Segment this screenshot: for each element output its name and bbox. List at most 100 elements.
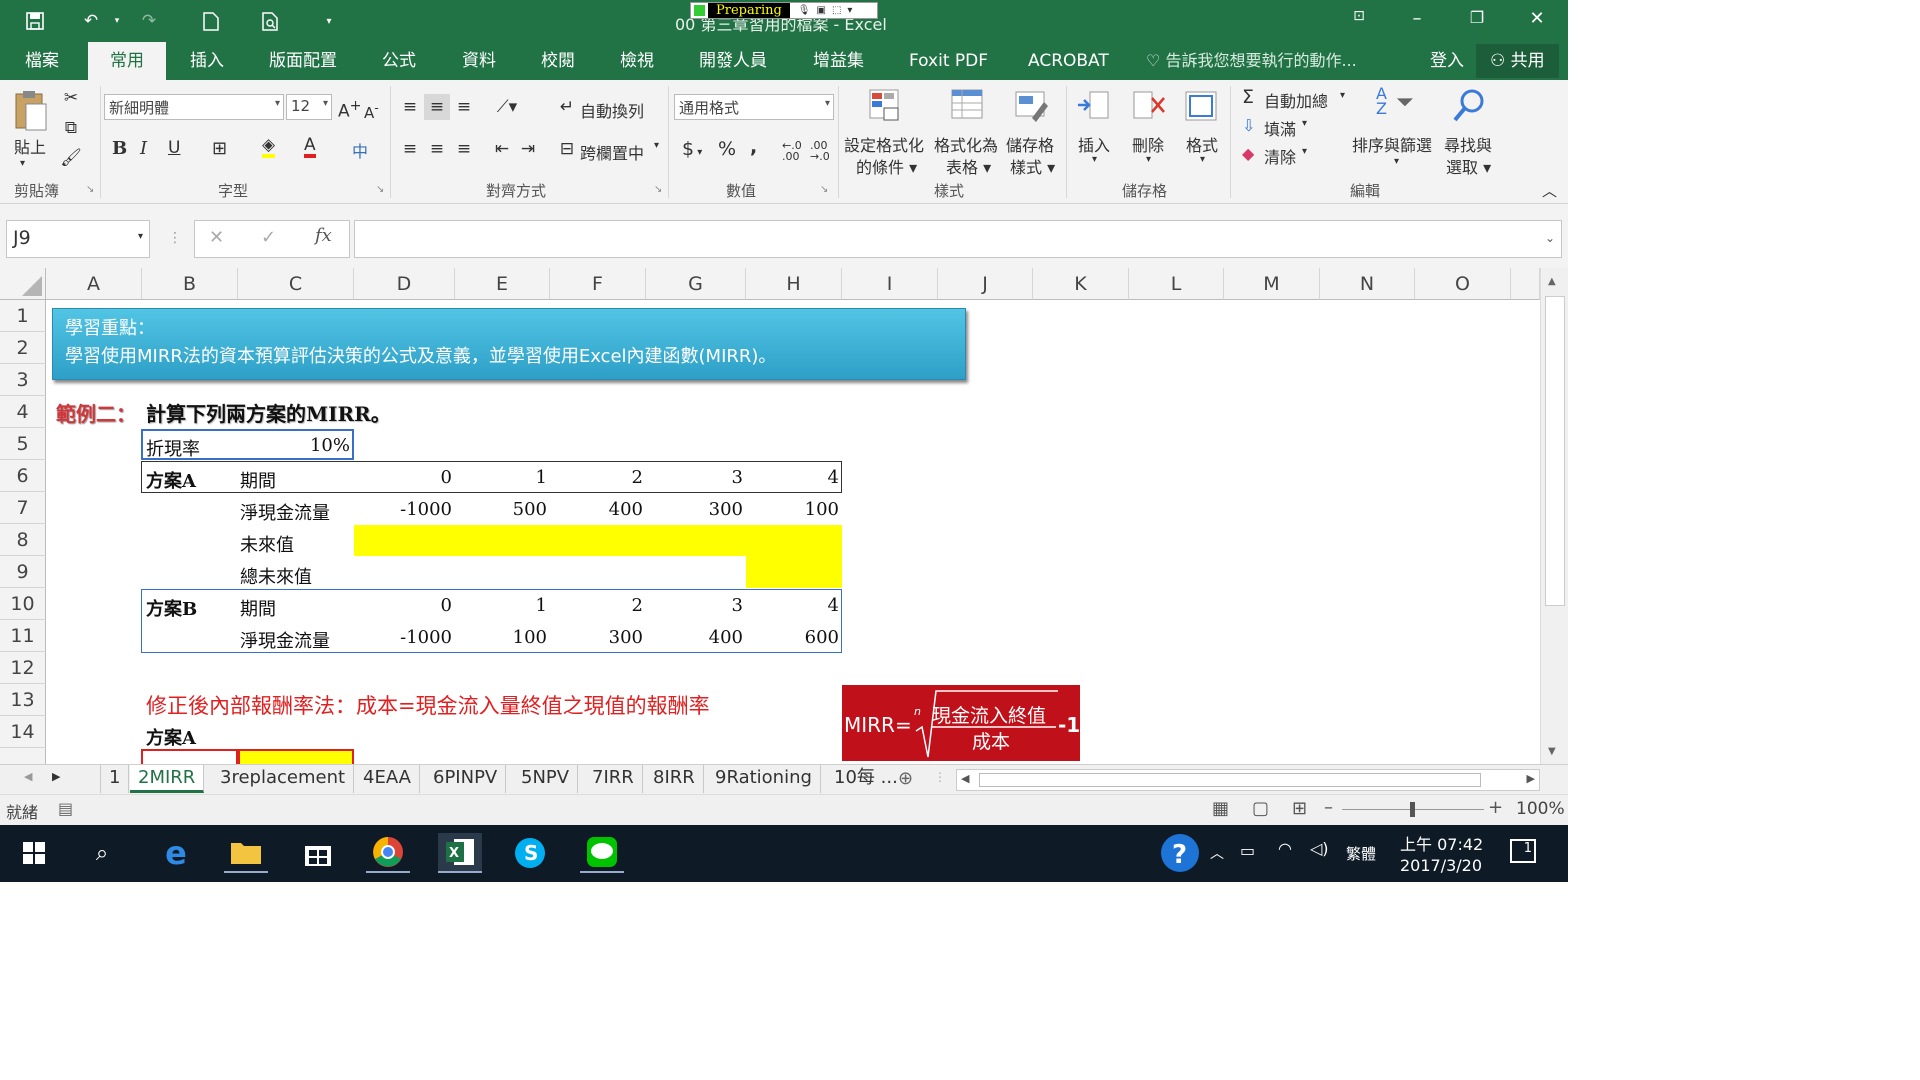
row-header[interactable]: 13: [0, 684, 46, 716]
cut-icon[interactable]: ✂: [60, 88, 82, 108]
alignment-launcher-icon[interactable]: ↘: [654, 184, 662, 195]
phonetic-icon[interactable]: 中: [352, 138, 368, 162]
plan-a-period[interactable]: 4: [746, 467, 839, 488]
mic-icon[interactable]: 🎙: [798, 5, 811, 16]
signin-link[interactable]: 登入: [1430, 42, 1464, 80]
plan-a-period[interactable]: 0: [354, 467, 452, 488]
column-header[interactable]: B: [142, 268, 238, 300]
chrome-icon[interactable]: [366, 833, 410, 873]
increase-font-icon[interactable]: A+: [338, 98, 362, 122]
paste-icon[interactable]: [12, 90, 47, 131]
delete-cells-button[interactable]: 刪除: [1132, 132, 1164, 156]
skype-icon[interactable]: S: [508, 833, 552, 873]
volume-icon[interactable]: ◁): [1310, 839, 1329, 858]
row-header[interactable]: 14: [0, 716, 46, 748]
copy-icon[interactable]: ⧉: [60, 118, 82, 138]
decrease-indent-icon[interactable]: ⇤: [490, 136, 514, 162]
column-header[interactable]: M: [1224, 268, 1320, 300]
sheet-tab[interactable]: 9Rationing: [707, 765, 821, 793]
row-header[interactable]: 5: [0, 428, 46, 460]
tab-foxit[interactable]: Foxit PDF: [909, 42, 988, 80]
plan-b-cf[interactable]: 400: [646, 627, 743, 648]
cell-styles-button[interactable]: 儲存格: [1006, 132, 1054, 156]
wifi-icon[interactable]: ◠: [1278, 839, 1292, 858]
tab-file[interactable]: 檔案: [25, 42, 59, 80]
file-explorer-icon[interactable]: [224, 833, 268, 873]
plan-a-cf[interactable]: 300: [646, 499, 743, 520]
region-icon[interactable]: ⬚: [832, 5, 841, 16]
tab-page-layout[interactable]: 版面配置: [269, 42, 337, 80]
insert-cells-icon[interactable]: [1076, 88, 1109, 120]
column-header[interactable]: O: [1415, 268, 1511, 300]
add-sheet-icon[interactable]: ⊕: [898, 768, 913, 789]
help-icon[interactable]: ?: [1158, 833, 1202, 873]
tab-acrobat[interactable]: ACROBAT: [1028, 42, 1109, 80]
row-header[interactable]: 2: [0, 332, 46, 364]
sort-dropdown-icon[interactable]: ▾: [1394, 156, 1399, 167]
wrap-text-button[interactable]: 自動換列: [580, 98, 644, 122]
zoom-slider-thumb[interactable]: [1410, 802, 1415, 817]
format-as-table-button[interactable]: 格式化為: [934, 132, 998, 156]
row-header[interactable]: 10: [0, 588, 46, 620]
camera-icon[interactable]: ▣: [817, 5, 826, 16]
font-size-select[interactable]: 12 ▾: [286, 94, 332, 120]
find-icon[interactable]: [1452, 88, 1484, 122]
comma-icon[interactable]: ,: [750, 136, 757, 158]
windows-start-icon[interactable]: [12, 833, 56, 873]
fill-color-icon[interactable]: ◈: [262, 136, 276, 158]
formula-input[interactable]: ⌄: [354, 220, 1562, 258]
plan-b-period[interactable]: 3: [646, 595, 743, 616]
column-header[interactable]: D: [354, 268, 455, 300]
row-header[interactable]: 8: [0, 524, 46, 556]
conditional-format-icon[interactable]: [868, 88, 900, 121]
wrap-text-icon[interactable]: ↵: [556, 94, 578, 120]
column-header[interactable]: F: [550, 268, 646, 300]
paste-button[interactable]: 貼上: [14, 134, 46, 158]
italic-icon[interactable]: I: [140, 138, 147, 159]
autosum-icon[interactable]: Σ: [1242, 86, 1254, 108]
print-preview-icon[interactable]: [258, 10, 284, 32]
tab-review[interactable]: 校閱: [541, 42, 575, 80]
align-right-icon[interactable]: ≡: [452, 136, 476, 162]
plan-a-period[interactable]: 2: [550, 467, 643, 488]
sheet-tab[interactable]: 6PINPV: [425, 765, 507, 793]
autosum-dropdown-icon[interactable]: ▾: [1340, 90, 1345, 101]
tab-view[interactable]: 檢視: [620, 42, 654, 80]
row-header[interactable]: 6: [0, 460, 46, 492]
delete-cells-icon[interactable]: [1132, 88, 1165, 120]
row-header[interactable]: 7: [0, 492, 46, 524]
currency-icon[interactable]: $ ▾: [682, 138, 702, 160]
underline-icon[interactable]: U: [168, 138, 180, 158]
plan-b-period[interactable]: 1: [455, 595, 547, 616]
page-break-view-icon[interactable]: ⊞: [1292, 798, 1307, 819]
tab-data[interactable]: 資料: [462, 42, 496, 80]
plan-a-cf[interactable]: 500: [455, 499, 547, 520]
delete-dropdown-icon[interactable]: ▾: [1146, 154, 1151, 165]
cancel-icon[interactable]: ✕: [209, 227, 224, 248]
tab-developer[interactable]: 開發人員: [699, 42, 767, 80]
sheet-tab[interactable]: 1: [100, 765, 130, 793]
clock-time[interactable]: 上午 07:42: [1400, 831, 1483, 855]
expand-formula-icon[interactable]: ⌄: [1545, 231, 1555, 245]
fill-icon[interactable]: ⇩: [1242, 116, 1255, 135]
column-header[interactable]: L: [1129, 268, 1224, 300]
clear-button[interactable]: 清除: [1264, 144, 1296, 168]
next-sheet-icon[interactable]: ▶: [52, 770, 60, 783]
restore-icon[interactable]: ❐: [1462, 8, 1492, 27]
save-icon[interactable]: [22, 10, 48, 32]
plan-a-cf[interactable]: -1000: [354, 499, 452, 520]
sheet-tab[interactable]: 10每 ...: [826, 765, 906, 793]
plan-b-cf[interactable]: 600: [746, 627, 839, 648]
zoom-level[interactable]: 100%: [1516, 799, 1565, 819]
ribbon-display-icon[interactable]: ⊡: [1344, 8, 1374, 24]
plan-a-cf[interactable]: 400: [550, 499, 643, 520]
total-future-value-cell[interactable]: [746, 556, 842, 588]
column-header[interactable]: E: [455, 268, 550, 300]
merge-center-button[interactable]: 跨欄置中: [580, 140, 644, 164]
increase-decimal-icon[interactable]: ←.0.00: [782, 140, 802, 162]
notification-icon[interactable]: 1: [1510, 839, 1536, 863]
customize-toolbar-icon[interactable]: ▾: [316, 10, 342, 32]
zoom-out-icon[interactable]: –: [1324, 797, 1333, 818]
merge-center-icon[interactable]: ⊟: [556, 136, 578, 162]
sheet-tab[interactable]: 5NPV: [513, 765, 579, 793]
